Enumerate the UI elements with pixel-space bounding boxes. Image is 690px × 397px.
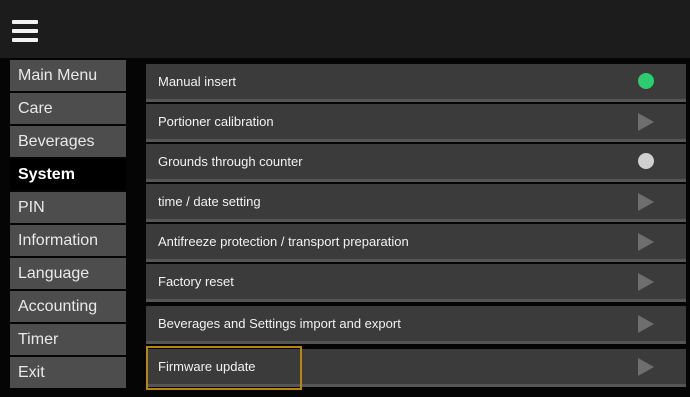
row-portioner-calibration[interactable]: Portioner calibration (146, 104, 686, 142)
row-label: Antifreeze protection / transport prepar… (158, 234, 409, 249)
row-label: Manual insert (158, 74, 237, 89)
sidebar-item-timer[interactable]: Timer (10, 324, 126, 355)
row-import-export[interactable]: Beverages and Settings import and export (146, 306, 686, 344)
row-label: Beverages and Settings import and export (158, 316, 401, 331)
chevron-right-icon (638, 113, 656, 131)
system-settings-list: Manual insert Portioner calibration Grou… (146, 58, 686, 397)
row-manual-insert[interactable]: Manual insert (146, 64, 686, 102)
hamburger-line (12, 29, 38, 33)
sidebar-item-beverages[interactable]: Beverages (10, 126, 126, 157)
top-bar (0, 0, 690, 58)
row-factory-reset[interactable]: Factory reset (146, 264, 686, 302)
hamburger-line (12, 20, 38, 24)
sidebar-item-system[interactable]: System (10, 159, 126, 190)
row-label: Firmware update (158, 359, 256, 374)
sidebar-item-accounting[interactable]: Accounting (10, 291, 126, 322)
chevron-right-icon (638, 315, 656, 333)
sidebar-item-main-menu[interactable]: Main Menu (10, 60, 126, 91)
row-label: Grounds through counter (158, 154, 303, 169)
row-label: Factory reset (158, 274, 234, 289)
toggle-off-dot[interactable] (638, 153, 656, 171)
toggle-on-dot[interactable] (638, 73, 656, 91)
sidebar-item-pin[interactable]: PIN (10, 192, 126, 223)
row-grounds-through-counter[interactable]: Grounds through counter (146, 144, 686, 182)
row-time-date-setting[interactable]: time / date setting (146, 184, 686, 222)
chevron-right-icon (638, 193, 656, 211)
row-label: time / date setting (158, 194, 261, 209)
hamburger-menu-icon[interactable] (12, 20, 38, 42)
chevron-right-icon (638, 273, 656, 291)
sidebar-item-information[interactable]: Information (10, 225, 126, 256)
sidebar-item-language[interactable]: Language (10, 258, 126, 289)
row-antifreeze-protection[interactable]: Antifreeze protection / transport prepar… (146, 224, 686, 262)
sidebar-item-exit[interactable]: Exit (10, 357, 126, 388)
chevron-right-icon (638, 233, 656, 251)
hamburger-line (12, 38, 38, 42)
row-label: Portioner calibration (158, 114, 274, 129)
sidebar: Main Menu Care Beverages System PIN Info… (10, 60, 126, 397)
chevron-right-icon (638, 358, 656, 376)
sidebar-item-care[interactable]: Care (10, 93, 126, 124)
row-firmware-update[interactable]: Firmware update (146, 349, 686, 387)
